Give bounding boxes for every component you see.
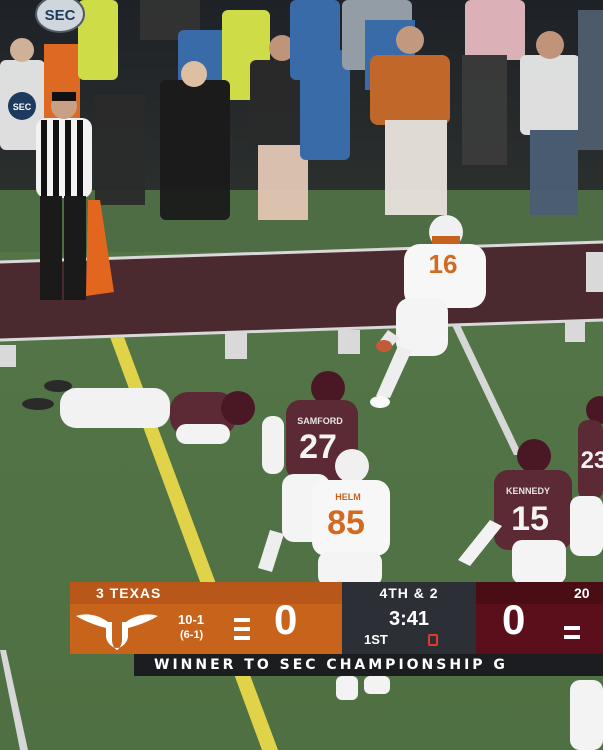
quarter: 1ST xyxy=(364,632,388,647)
scoreboard: 3 TEXAS 10-1 (6-1) 0 4TH & 2 3:41 1ST 20 xyxy=(70,582,603,654)
possession-indicator xyxy=(428,634,438,646)
jersey-name-defender-right: KENNEDY xyxy=(506,486,550,496)
away-score: 0 xyxy=(274,596,298,643)
jersey-number-defender-right: 15 xyxy=(511,500,549,538)
ticker-bar: WINNER TO SEC CHAMPIONSHIP G xyxy=(134,654,603,676)
game-clock: 3:41 xyxy=(388,608,430,630)
jersey-number-defender-center: 27 xyxy=(299,428,337,466)
partial-player-bottom-right xyxy=(570,680,603,750)
away-record-overall: 10-1 xyxy=(178,612,205,627)
jersey-number-defender-edge: 23 xyxy=(581,447,603,474)
jersey-number-ball-carrier: 16 xyxy=(429,249,458,279)
timeouts-away xyxy=(234,618,250,640)
jersey-name-offense: HELM xyxy=(335,492,361,502)
away-record-conf: (6-1) xyxy=(180,629,204,641)
hash-mark xyxy=(565,320,585,342)
hash-mark xyxy=(225,333,247,359)
home-team-panel: 20 0 xyxy=(476,582,603,654)
jersey-number-offense: 85 xyxy=(327,504,365,542)
conference-logo-text: SEC xyxy=(45,7,76,24)
partial-right-label: 20 xyxy=(574,585,590,601)
timeouts-home xyxy=(564,626,580,639)
referee xyxy=(36,92,92,300)
hash-mark xyxy=(0,345,16,367)
longhorn-logo xyxy=(76,614,158,650)
ticker-text: WINNER TO SEC CHAMPIONSHIP G xyxy=(154,657,508,673)
fan-shirt-logo-text: SEC xyxy=(13,102,32,112)
hash-mark xyxy=(586,252,603,292)
clock-panel: 4TH & 2 3:41 1ST xyxy=(342,582,476,654)
away-team-panel: 3 TEXAS 10-1 (6-1) 0 xyxy=(70,582,342,654)
down-distance: 4TH & 2 xyxy=(379,585,439,601)
away-team-label: 3 TEXAS xyxy=(96,585,162,601)
broadcast-frame: SEC SEC 16 SAMFORD 27 HELM 85 KENNEDY 15… xyxy=(0,0,603,750)
hash-mark xyxy=(338,330,360,354)
jersey-name-defender-center: SAMFORD xyxy=(297,416,343,426)
home-score: 0 xyxy=(502,596,526,643)
